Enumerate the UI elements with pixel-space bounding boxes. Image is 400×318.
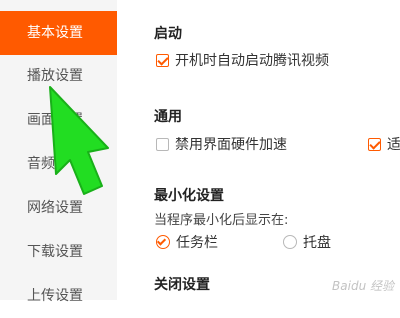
- sidebar-item-audio[interactable]: 音频: [0, 142, 117, 186]
- radio-checked-icon[interactable]: [156, 235, 170, 249]
- option-auto-start-label: 开机时自动启动腾讯视频: [175, 53, 329, 69]
- watermark: Baidu 经验: [332, 279, 394, 293]
- radio-taskbar-label: 任务栏: [176, 235, 218, 251]
- radio-unchecked-icon[interactable]: [283, 235, 297, 249]
- sidebar-item-picture-settings[interactable]: 画面设置: [0, 98, 117, 142]
- radio-tray[interactable]: 托盘: [283, 232, 331, 252]
- option-auto-start[interactable]: 开机时自动启动腾讯视频: [156, 50, 329, 70]
- sidebar-item-download-settings[interactable]: 下载设置: [0, 230, 117, 274]
- option-disable-hw-accel-label: 禁用界面硬件加速: [175, 137, 287, 153]
- section-title-general: 通用: [154, 109, 182, 125]
- section-title-minimize: 最小化设置: [154, 188, 224, 204]
- settings-main-panel: 启动 开机时自动启动腾讯视频 通用 禁用界面硬件加速 适 最小化设置 当程序最小…: [117, 0, 400, 300]
- sidebar-item-playback-settings[interactable]: 播放设置: [0, 54, 117, 98]
- checkbox-checked-icon[interactable]: [368, 137, 381, 151]
- minimize-subtitle: 当程序最小化后显示在:: [154, 213, 289, 228]
- checkbox-unchecked-icon[interactable]: [156, 137, 169, 151]
- settings-sidebar: 基本设置 播放设置 画面设置 音频 网络设置 下载设置 上传设置: [0, 0, 117, 304]
- radio-tray-label: 托盘: [303, 235, 331, 251]
- option-disable-hw-accel[interactable]: 禁用界面硬件加速: [156, 134, 287, 154]
- sidebar-item-upload-settings[interactable]: 上传设置: [0, 274, 117, 318]
- checkbox-checked-icon[interactable]: [156, 53, 169, 67]
- sidebar-item-network-settings[interactable]: 网络设置: [0, 186, 117, 230]
- section-title-startup: 启动: [154, 26, 182, 42]
- option-truncated-label: 适: [387, 137, 400, 153]
- radio-taskbar[interactable]: 任务栏: [156, 232, 218, 252]
- option-truncated[interactable]: 适: [368, 134, 400, 154]
- sidebar-item-basic-settings[interactable]: 基本设置: [0, 11, 117, 55]
- section-title-close: 关闭设置: [154, 277, 210, 293]
